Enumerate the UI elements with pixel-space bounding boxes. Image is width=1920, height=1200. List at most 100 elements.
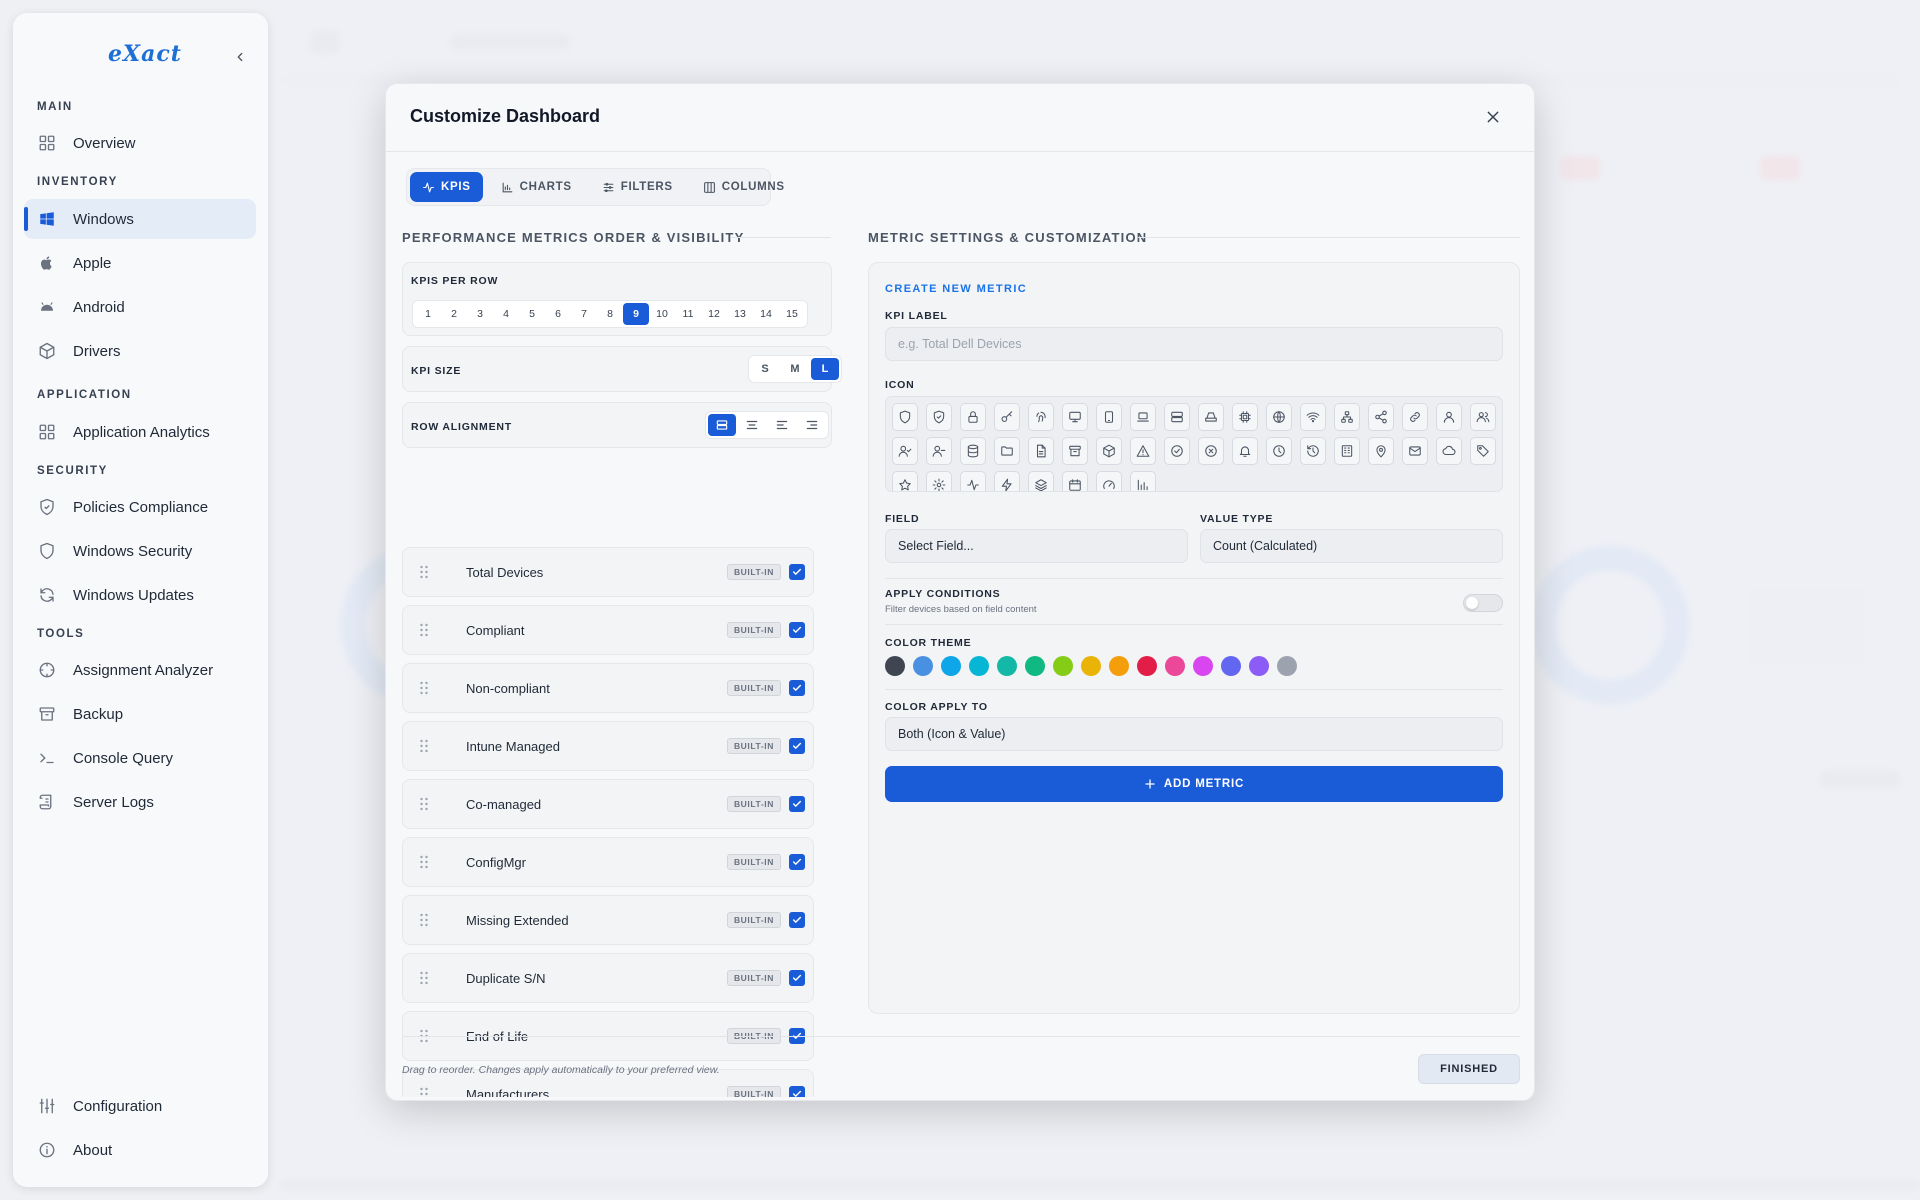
- icon-option-user-check[interactable]: [892, 437, 918, 465]
- kpi-row[interactable]: Compliant BUILT-IN: [402, 605, 814, 655]
- icon-option-cloud[interactable]: [1436, 437, 1462, 465]
- icon-option-user-minus[interactable]: [926, 437, 952, 465]
- icon-option-archive[interactable]: [1062, 437, 1088, 465]
- color-swatch-6[interactable]: [1025, 656, 1045, 676]
- kpi-row[interactable]: Total Devices BUILT-IN: [402, 547, 814, 597]
- icon-option-database[interactable]: [960, 437, 986, 465]
- icon-option-lock[interactable]: [960, 403, 986, 431]
- field-select[interactable]: Select Field...: [885, 529, 1188, 563]
- color-swatch-14[interactable]: [1249, 656, 1269, 676]
- sidebar-item-android[interactable]: Android: [24, 287, 256, 327]
- sidebar-item-backup[interactable]: Backup: [24, 694, 256, 734]
- drag-handle-icon[interactable]: [417, 1087, 431, 1097]
- drag-handle-icon[interactable]: [417, 565, 431, 579]
- align-stretch-button[interactable]: [708, 414, 736, 436]
- icon-option-share[interactable]: [1368, 403, 1394, 431]
- kpis-per-row-option-9[interactable]: 9: [623, 303, 649, 325]
- icon-option-settings[interactable]: [926, 471, 952, 491]
- sidebar-item-console-query[interactable]: Console Query: [24, 738, 256, 778]
- sidebar-item-assignment-analyzer[interactable]: Assignment Analyzer: [24, 650, 256, 690]
- color-apply-select[interactable]: Both (Icon & Value): [885, 717, 1503, 751]
- kpis-per-row-option-4[interactable]: 4: [493, 303, 519, 325]
- sidebar-item-application-analytics[interactable]: Application Analytics: [24, 412, 256, 452]
- tab-kpis[interactable]: KPIS: [410, 172, 483, 202]
- sidebar-item-windows-security[interactable]: Windows Security: [24, 531, 256, 571]
- icon-option-gauge[interactable]: [1096, 471, 1122, 491]
- align-left-button[interactable]: [768, 414, 796, 436]
- drag-handle-icon[interactable]: [417, 971, 431, 985]
- icon-option-layers[interactable]: [1028, 471, 1054, 491]
- icon-option-monitor[interactable]: [1062, 403, 1088, 431]
- icon-option-globe[interactable]: [1266, 403, 1292, 431]
- value-type-select[interactable]: Count (Calculated): [1200, 529, 1503, 563]
- icon-option-tablet[interactable]: [1096, 403, 1122, 431]
- icon-option-check-circle[interactable]: [1164, 437, 1190, 465]
- kpis-per-row-option-3[interactable]: 3: [467, 303, 493, 325]
- icon-option-package[interactable]: [1096, 437, 1122, 465]
- kpi-visibility-checkbox[interactable]: [789, 564, 805, 580]
- kpis-per-row-option-2[interactable]: 2: [441, 303, 467, 325]
- drag-handle-icon[interactable]: [417, 739, 431, 753]
- kpi-size-l[interactable]: L: [811, 358, 839, 380]
- icon-option-hard-drive[interactable]: [1198, 403, 1224, 431]
- kpi-row[interactable]: Co-managed BUILT-IN: [402, 779, 814, 829]
- close-modal-button[interactable]: [1482, 106, 1504, 128]
- icon-option-zap[interactable]: [994, 471, 1020, 491]
- sidebar-item-windows[interactable]: Windows: [24, 199, 256, 239]
- icon-option-bell[interactable]: [1232, 437, 1258, 465]
- icon-option-building[interactable]: [1334, 437, 1360, 465]
- icon-option-key[interactable]: [994, 403, 1020, 431]
- sidebar-item-windows-updates[interactable]: Windows Updates: [24, 575, 256, 615]
- kpi-visibility-checkbox[interactable]: [789, 796, 805, 812]
- align-right-button[interactable]: [798, 414, 826, 436]
- kpis-per-row-option-12[interactable]: 12: [701, 303, 727, 325]
- kpi-visibility-checkbox[interactable]: [789, 912, 805, 928]
- color-swatch-10[interactable]: [1137, 656, 1157, 676]
- sidebar-item-drivers[interactable]: Drivers: [24, 331, 256, 371]
- drag-handle-icon[interactable]: [417, 681, 431, 695]
- kpis-per-row-option-14[interactable]: 14: [753, 303, 779, 325]
- color-swatch-8[interactable]: [1081, 656, 1101, 676]
- collapse-sidebar-button[interactable]: [230, 47, 250, 67]
- icon-option-file[interactable]: [1028, 437, 1054, 465]
- icon-option-map-pin[interactable]: [1368, 437, 1394, 465]
- icon-option-fingerprint[interactable]: [1028, 403, 1054, 431]
- color-swatch-7[interactable]: [1053, 656, 1073, 676]
- kpi-row[interactable]: Non-compliant BUILT-IN: [402, 663, 814, 713]
- apply-conditions-toggle[interactable]: [1463, 594, 1503, 612]
- color-swatch-9[interactable]: [1109, 656, 1129, 676]
- icon-option-bar-chart[interactable]: [1130, 471, 1156, 491]
- icon-option-link[interactable]: [1402, 403, 1428, 431]
- sidebar-item-apple[interactable]: Apple: [24, 243, 256, 283]
- color-swatch-4[interactable]: [969, 656, 989, 676]
- kpis-per-row-option-6[interactable]: 6: [545, 303, 571, 325]
- kpi-visibility-checkbox[interactable]: [789, 622, 805, 638]
- icon-option-x-circle[interactable]: [1198, 437, 1224, 465]
- color-swatch-5[interactable]: [997, 656, 1017, 676]
- color-swatch-15[interactable]: [1277, 656, 1297, 676]
- kpis-per-row-option-13[interactable]: 13: [727, 303, 753, 325]
- kpi-row[interactable]: Missing Extended BUILT-IN: [402, 895, 814, 945]
- sidebar-item-configuration[interactable]: Configuration: [24, 1086, 256, 1126]
- kpi-size-s[interactable]: S: [751, 358, 779, 380]
- icon-option-calendar[interactable]: [1062, 471, 1088, 491]
- icon-option-users[interactable]: [1470, 403, 1496, 431]
- kpis-per-row-option-11[interactable]: 11: [675, 303, 701, 325]
- color-swatch-3[interactable]: [941, 656, 961, 676]
- color-swatch-1[interactable]: [885, 656, 905, 676]
- drag-handle-icon[interactable]: [417, 913, 431, 927]
- kpis-per-row-option-7[interactable]: 7: [571, 303, 597, 325]
- color-swatch-2[interactable]: [913, 656, 933, 676]
- kpi-label-input[interactable]: e.g. Total Dell Devices: [885, 327, 1503, 361]
- icon-option-alert-triangle[interactable]: [1130, 437, 1156, 465]
- kpi-visibility-checkbox[interactable]: [789, 738, 805, 754]
- icon-option-shield[interactable]: [892, 403, 918, 431]
- sidebar-item-overview[interactable]: Overview: [24, 123, 256, 163]
- kpi-visibility-checkbox[interactable]: [789, 854, 805, 870]
- icon-option-network[interactable]: [1334, 403, 1360, 431]
- color-swatch-12[interactable]: [1193, 656, 1213, 676]
- kpis-per-row-option-1[interactable]: 1: [415, 303, 441, 325]
- kpi-visibility-checkbox[interactable]: [789, 1086, 805, 1097]
- kpi-visibility-checkbox[interactable]: [789, 680, 805, 696]
- icon-option-activity[interactable]: [960, 471, 986, 491]
